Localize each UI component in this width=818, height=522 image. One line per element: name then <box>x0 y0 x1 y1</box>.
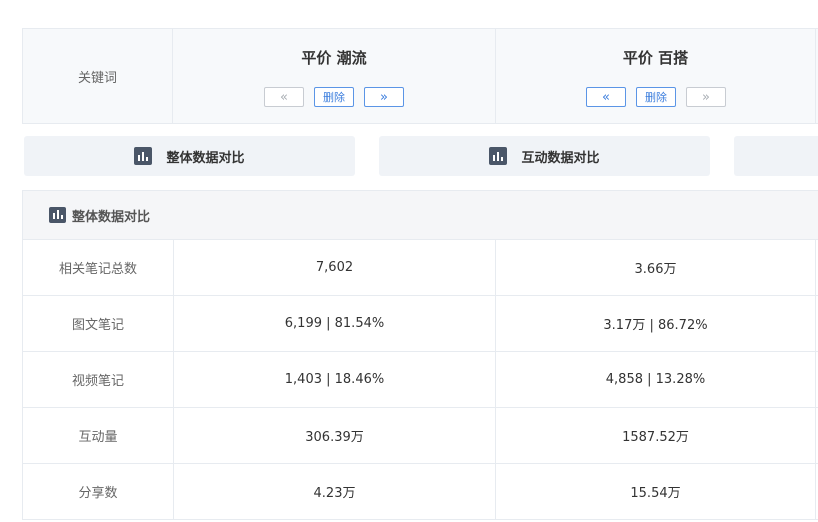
row-label: 视频笔记 <box>23 352 174 407</box>
tab-more[interactable] <box>734 136 818 176</box>
row-label: 分享数 <box>23 464 174 519</box>
keyword-title: 平价 百搭 <box>622 49 689 67</box>
tab-label: 互动数据对比 <box>521 150 600 166</box>
delete-button[interactable]: 删除 <box>314 87 354 107</box>
section-title: 整体数据对比 <box>72 209 151 225</box>
table-row: 视频笔记 1,403 | 18.46% 4,858 | 13.28% <box>23 352 818 408</box>
overall-comparison-section: 整体数据对比 相关笔记总数 7,602 3.66万 图文笔记 6,199 | 8… <box>22 190 818 520</box>
bar-chart-icon <box>489 147 508 165</box>
move-left-button[interactable]: « <box>586 87 626 107</box>
keyword-header-row: 关键词 平价 潮流 « 删除 » 平价 百搭 « 删除 » <box>22 28 818 124</box>
keyword-column-2: 平价 百搭 « 删除 » <box>496 29 816 123</box>
row-value: 1587.52万 <box>496 408 816 463</box>
move-right-button[interactable]: » <box>364 87 404 107</box>
delete-button[interactable]: 删除 <box>636 87 676 107</box>
bar-chart-icon <box>134 147 153 165</box>
tab-interaction-comparison[interactable]: 互动数据对比 <box>379 136 710 176</box>
table-row: 分享数 4.23万 15.54万 <box>23 464 818 520</box>
move-left-button[interactable]: « <box>264 87 304 107</box>
row-value: 3.17万 | 86.72% <box>496 296 816 351</box>
row-value: 7,602 <box>174 240 496 295</box>
row-label: 图文笔记 <box>23 296 174 351</box>
move-right-button[interactable]: » <box>686 87 726 107</box>
row-value: 4,858 | 13.28% <box>496 352 816 407</box>
row-value: 15.54万 <box>496 464 816 519</box>
row-label: 相关笔记总数 <box>23 240 174 295</box>
table-row: 相关笔记总数 7,602 3.66万 <box>23 240 818 296</box>
row-value: 4.23万 <box>174 464 496 519</box>
row-value: 1,403 | 18.46% <box>174 352 496 407</box>
keyword-title: 平价 潮流 <box>301 49 367 67</box>
tab-overall-comparison[interactable]: 整体数据对比 <box>24 136 355 176</box>
row-label: 互动量 <box>23 408 174 463</box>
row-value: 6,199 | 81.54% <box>174 296 496 351</box>
table-row: 互动量 306.39万 1587.52万 <box>23 408 818 464</box>
tab-label: 整体数据对比 <box>166 150 245 166</box>
row-value: 3.66万 <box>496 240 816 295</box>
bar-chart-icon <box>49 207 66 223</box>
table-row: 图文笔记 6,199 | 81.54% 3.17万 | 86.72% <box>23 296 818 352</box>
section-header: 整体数据对比 <box>23 191 818 240</box>
keyword-label: 关键词 <box>23 29 173 123</box>
keyword-column-1: 平价 潮流 « 删除 » <box>173 29 496 123</box>
row-value: 306.39万 <box>174 408 496 463</box>
